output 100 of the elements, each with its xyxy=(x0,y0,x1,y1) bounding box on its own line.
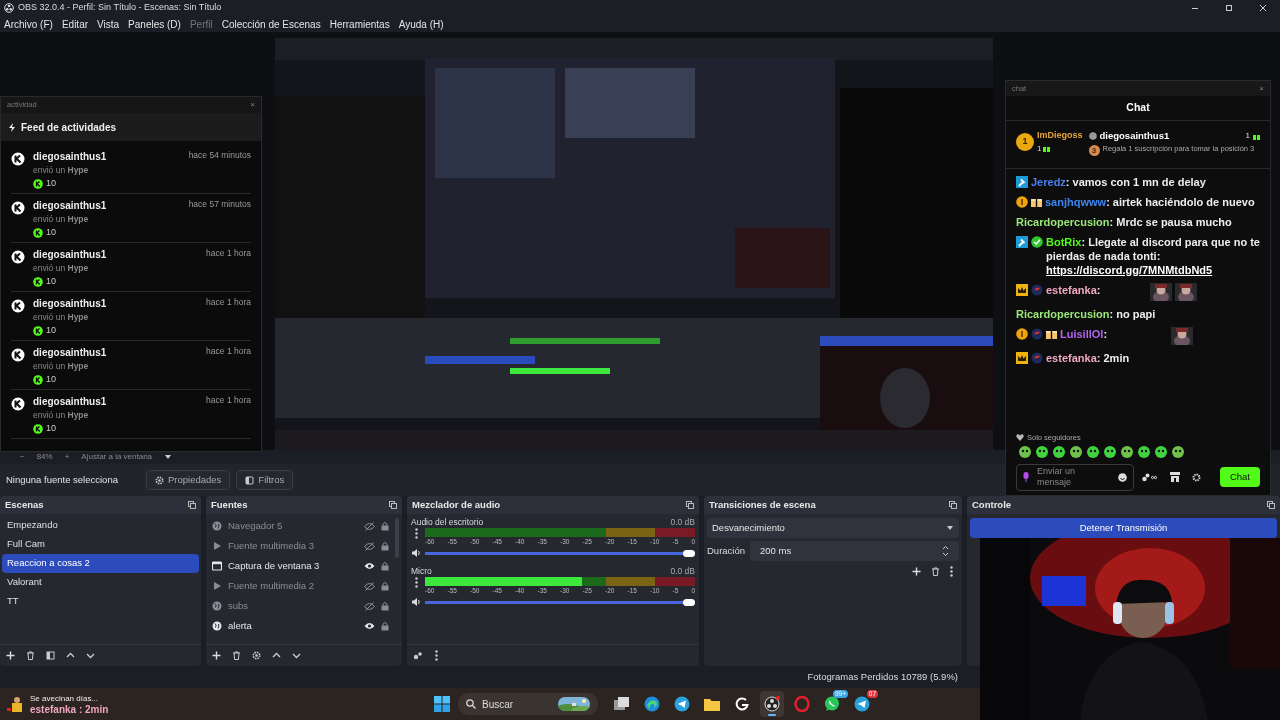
leader-name: diegosainthus1 xyxy=(1099,129,1171,143)
more-icon xyxy=(950,566,953,577)
slider-thumb[interactable] xyxy=(683,549,695,557)
filter-icon xyxy=(245,475,255,485)
source-item[interactable]: Fuente multimedia 2 xyxy=(228,578,358,594)
discord-link[interactable]: https://discord.gg/7MNMtdbNd5 xyxy=(1046,264,1213,276)
caret-icon xyxy=(164,454,173,460)
source-item[interactable]: alerta xyxy=(228,618,358,634)
chat-message: estefanka: xyxy=(1046,283,1102,297)
gift-icon xyxy=(1253,132,1260,140)
event-amount: 10 xyxy=(46,225,56,239)
emoji-icon xyxy=(1118,472,1127,482)
menu-item[interactable]: Archivo (F) xyxy=(4,16,53,32)
zoom-level: 84% xyxy=(36,451,53,463)
event-time: hace 54 minutos xyxy=(188,149,251,162)
dock-title: Mezclador de audio xyxy=(412,497,502,512)
notification-title: Se avecinan días... xyxy=(30,693,100,704)
k-logo-icon xyxy=(11,397,25,411)
close-button[interactable]: × xyxy=(250,99,255,111)
transition-dropdown[interactable]: Desvanecimiento xyxy=(707,518,959,538)
channel-name: Micro xyxy=(411,564,432,578)
settings-icon xyxy=(1192,472,1201,482)
kick-coin-icon xyxy=(33,276,43,287)
channel-name: Audio del escritorio xyxy=(411,515,484,529)
add-icon xyxy=(212,651,221,660)
channel-reading: 0.0 dB xyxy=(670,564,695,578)
zoom-in-button[interactable]: + xyxy=(64,451,70,463)
send-chat-button[interactable]: Chat xyxy=(1219,467,1260,487)
caret-icon xyxy=(946,525,954,531)
menu-item[interactable]: Paneles (D) xyxy=(128,16,181,32)
gavel-icon xyxy=(1016,236,1028,248)
search-field[interactable]: Buscar xyxy=(458,693,598,715)
event-user: diegosainthus1 xyxy=(33,248,107,262)
event-amount: 10 xyxy=(46,176,56,190)
channel-reading: 0.0 dB xyxy=(670,515,695,529)
toolbar-button[interactable]: Propiedades xyxy=(146,470,231,490)
scene-item[interactable]: Reaccion a cosas 2 xyxy=(2,554,199,573)
folder-icon xyxy=(704,697,720,711)
message-input[interactable]: Enviar un mensaje xyxy=(1037,465,1110,489)
event-time: hace 1 hora xyxy=(206,296,251,309)
taskbar-app[interactable] xyxy=(760,691,784,717)
globe-icon xyxy=(212,601,222,611)
swirl-icon xyxy=(1031,284,1043,296)
message-field[interactable]: Enviar un mensaje xyxy=(1016,463,1134,491)
obs-logo-icon xyxy=(764,696,780,712)
fit-to-window-button[interactable]: Ajustar a la ventana xyxy=(81,451,153,463)
toolbar-button[interactable]: Filtros xyxy=(236,470,294,490)
notification-text: estefanka : 2min xyxy=(30,704,109,715)
event-user: diegosainthus1 xyxy=(33,199,107,213)
slider-thumb[interactable] xyxy=(683,598,695,606)
event-time: hace 57 minutos xyxy=(188,198,251,211)
more-icon xyxy=(414,528,418,539)
dock-title: Transiciones de escena xyxy=(709,497,817,512)
gear-icon xyxy=(155,475,164,485)
browser-swirl-icon xyxy=(644,696,660,712)
selected-source-label: Ninguna fuente selecciona xyxy=(6,472,119,487)
k-logo-icon xyxy=(11,299,25,313)
menu-item[interactable]: Herramientas xyxy=(329,16,390,32)
source-item[interactable]: Captura de ventana 3 xyxy=(228,558,358,574)
event-time: hace 1 hora xyxy=(206,394,251,407)
menu-item[interactable]: Colección de Escenas xyxy=(221,16,321,32)
rank-medal: 1 xyxy=(1016,132,1034,151)
source-item[interactable]: Navegador 5 xyxy=(228,518,358,534)
ring-icon xyxy=(794,696,810,712)
dock-title: Escenas xyxy=(5,497,45,512)
scene-item[interactable]: Full Cam xyxy=(2,535,199,554)
add-icon xyxy=(6,651,15,660)
play-icon xyxy=(212,581,222,591)
link-icon xyxy=(1142,472,1158,482)
heart-icon xyxy=(1016,433,1024,441)
source-item[interactable]: Fuente multimedia 3 xyxy=(228,538,358,554)
trash-icon xyxy=(26,651,35,660)
event-action: envió un Hype xyxy=(33,409,90,422)
scene-item[interactable]: TT xyxy=(2,592,199,611)
swirl-icon xyxy=(1031,352,1043,364)
zoom-out-button[interactable]: − xyxy=(20,451,25,463)
trash-icon xyxy=(232,651,241,660)
lock-icon xyxy=(381,621,389,631)
float-icon xyxy=(949,501,957,509)
menu-item[interactable]: Ayuda (H) xyxy=(398,16,444,32)
search-input[interactable]: Buscar xyxy=(482,696,552,712)
start-icon xyxy=(434,696,450,712)
dock-title: Fuentes xyxy=(211,497,249,512)
source-item[interactable]: subs xyxy=(228,598,358,614)
menu-item[interactable]: Editar xyxy=(61,16,89,32)
close-button[interactable]: × xyxy=(1259,82,1264,95)
kick-coin-icon xyxy=(33,227,43,238)
crown-icon xyxy=(1016,352,1028,364)
event-amount: 10 xyxy=(46,323,56,337)
event-amount: 10 xyxy=(46,274,56,288)
gear-icon xyxy=(252,651,261,660)
duration-field[interactable]: 200 ms xyxy=(750,541,959,561)
float-icon xyxy=(1267,501,1275,509)
stop-streaming-button[interactable]: Detener Transmisión xyxy=(970,518,1277,538)
menu-item[interactable]: Vista xyxy=(97,16,120,32)
verified-icon xyxy=(1031,236,1043,248)
speaker-icon xyxy=(411,597,421,607)
filter-icon xyxy=(46,651,55,660)
scene-item[interactable]: Empezando xyxy=(2,516,199,535)
scene-item[interactable]: Valorant xyxy=(2,573,199,592)
